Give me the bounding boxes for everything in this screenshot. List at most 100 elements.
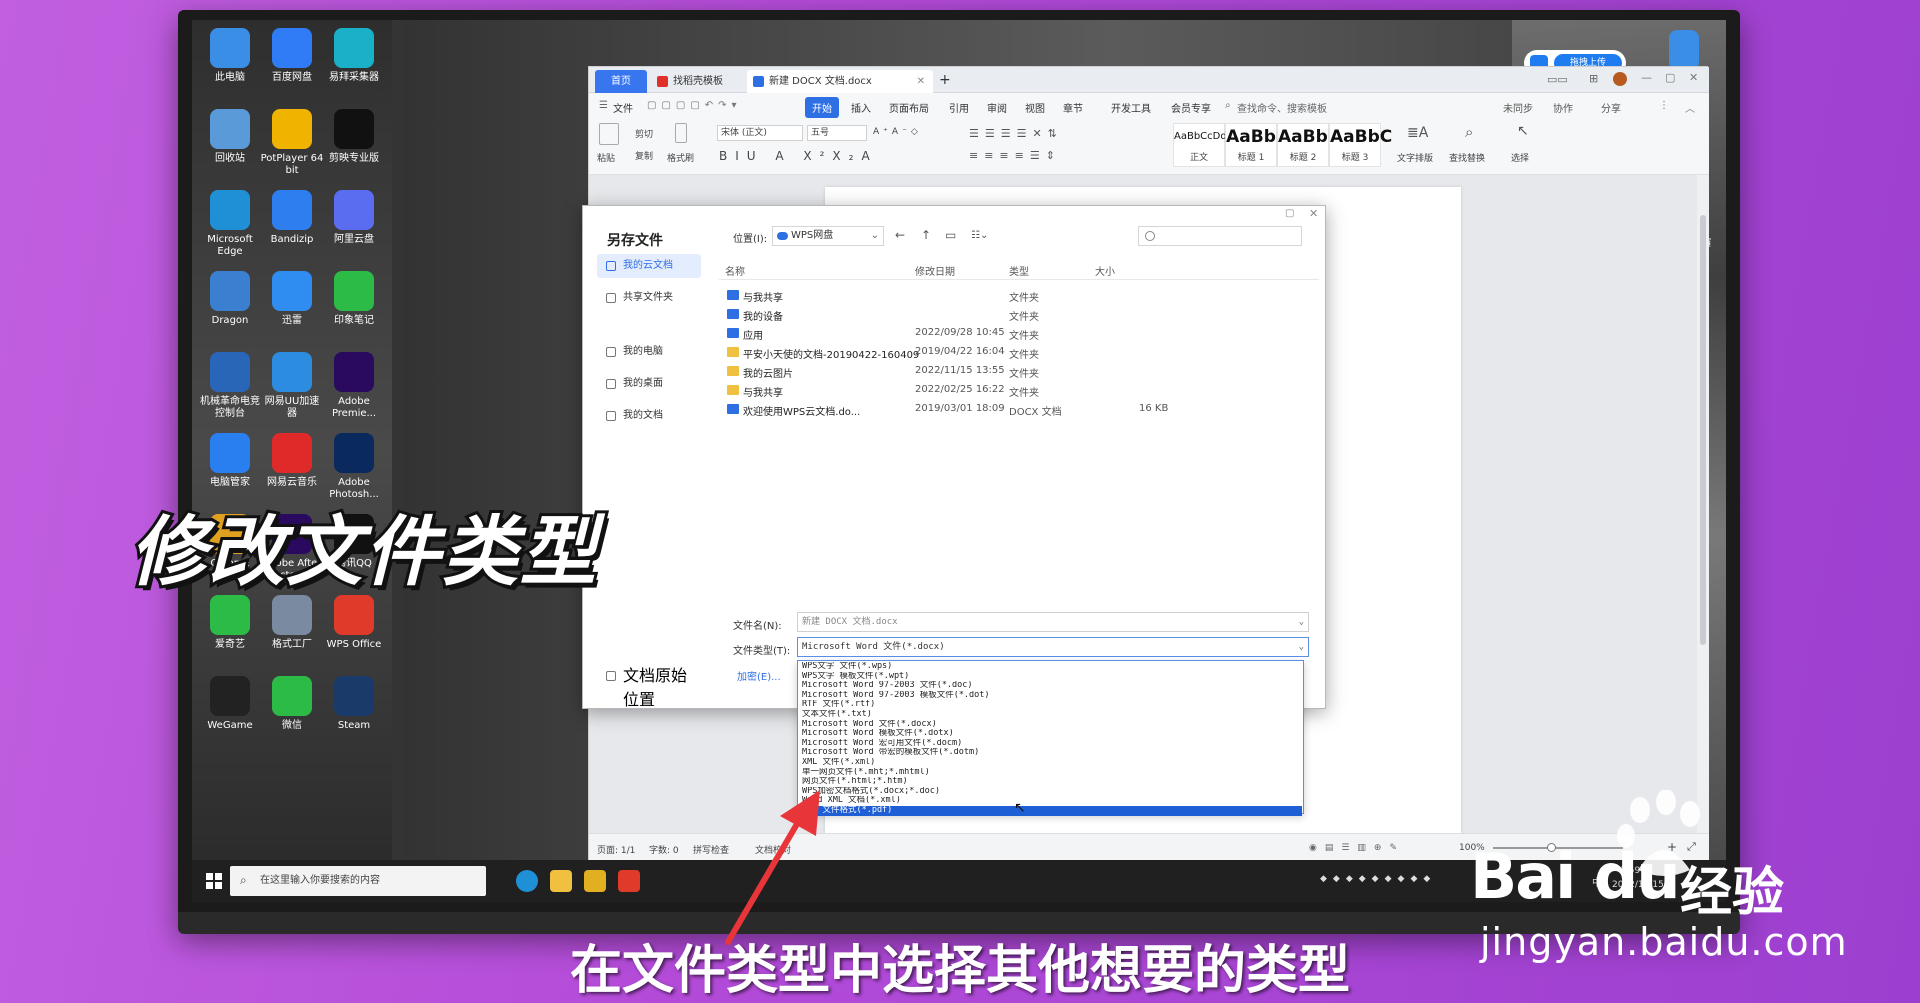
close-window-icon[interactable]: ✕ bbox=[1689, 71, 1698, 84]
find-replace-button[interactable]: 查找替换 bbox=[1449, 151, 1485, 164]
menu-page-layout[interactable]: 页面布局 bbox=[889, 100, 929, 115]
desktop-icon[interactable]: 阿里云盘 bbox=[322, 190, 386, 246]
command-search[interactable]: 查找命令、搜索模板 bbox=[1237, 100, 1327, 115]
taskbar-search-input[interactable]: 在这里输入你要搜索的内容 bbox=[230, 866, 486, 896]
desktop-icon[interactable]: WPS Office bbox=[322, 595, 386, 651]
desktop-icon[interactable]: Microsoft Edge bbox=[198, 190, 262, 258]
dialog-search-input[interactable] bbox=[1138, 226, 1302, 246]
tab-document[interactable]: 新建 DOCX 文档.docx ✕ bbox=[747, 70, 933, 93]
text-format-icons[interactable]: BIU A X²X₂A bbox=[719, 149, 878, 163]
sidebar-item[interactable]: 共享文件夹 bbox=[597, 286, 701, 310]
font-name-select[interactable]: 宋体 (正文) bbox=[717, 125, 803, 141]
desktop-icon[interactable]: 回收站 bbox=[198, 109, 262, 165]
vertical-scrollbar[interactable] bbox=[1697, 175, 1709, 833]
dialog-maximize-icon[interactable]: ▢ bbox=[1285, 208, 1294, 219]
file-explorer-taskbar-icon[interactable] bbox=[550, 870, 572, 892]
grid-icon[interactable]: ⊞ bbox=[1589, 72, 1598, 85]
collapse-ribbon-icon[interactable]: ︿ bbox=[1685, 100, 1695, 115]
style-preset[interactable]: AaBb 标题 1 bbox=[1225, 123, 1277, 167]
filetype-option[interactable]: Word XML 文档(*.xml) bbox=[799, 796, 1302, 806]
menu-references[interactable]: 引用 bbox=[949, 100, 969, 115]
wps-taskbar-icon[interactable] bbox=[618, 870, 640, 892]
alignment-icons[interactable]: ≡≡≡≡☰⇕ bbox=[969, 149, 1061, 162]
desktop-icon[interactable]: 印象笔记 bbox=[322, 271, 386, 327]
scrollbar-thumb[interactable] bbox=[1700, 215, 1706, 645]
desktop-icon[interactable]: 易拜采集器 bbox=[322, 28, 386, 84]
menu-developer[interactable]: 开发工具 bbox=[1111, 100, 1151, 115]
desktop-icon[interactable]: 爱奇艺 bbox=[198, 595, 262, 651]
filetype-option[interactable]: PDF 文件格式(*.pdf) bbox=[799, 806, 1302, 816]
maximize-icon[interactable]: ▢ bbox=[1665, 71, 1675, 84]
filetype-option[interactable]: WPS文字 文件(*.wps) bbox=[799, 662, 1302, 672]
desktop-icon[interactable]: 格式工厂 bbox=[260, 595, 324, 651]
paste-icon[interactable] bbox=[599, 123, 619, 145]
more-icon[interactable]: ⋮ bbox=[1659, 100, 1669, 111]
format-painter-icon[interactable] bbox=[675, 123, 687, 143]
filetype-select[interactable]: Microsoft Word 文件(*.docx) ⌄ bbox=[797, 637, 1309, 657]
desktop-icon[interactable]: Steam bbox=[322, 676, 386, 732]
filename-input[interactable]: 新建 DOCX 文档.docx ⌄ bbox=[797, 612, 1309, 632]
menu-review[interactable]: 审阅 bbox=[987, 100, 1007, 115]
filetype-option[interactable]: 网页文件(*.html;*.htm) bbox=[799, 777, 1302, 787]
filetype-option[interactable]: RTF 文件(*.rtf) bbox=[799, 700, 1302, 710]
new-tab-button[interactable]: + bbox=[939, 70, 951, 93]
menu-section[interactable]: 章节 bbox=[1063, 100, 1083, 115]
menu-file[interactable]: 文件 bbox=[613, 100, 633, 115]
desktop-icon[interactable]: 剪映专业版 bbox=[322, 109, 386, 165]
style-preset[interactable]: AaBb(标题 2 bbox=[1277, 123, 1336, 167]
filetype-option[interactable]: Microsoft Word 97-2003 模板文件(*.dot) bbox=[799, 691, 1302, 701]
sync-status[interactable]: 未同步 bbox=[1503, 100, 1533, 115]
desktop-icon[interactable]: 迅雷 bbox=[260, 271, 324, 327]
desktop-icon[interactable]: 微信 bbox=[260, 676, 324, 732]
layout-icon[interactable]: ▭▭ bbox=[1547, 73, 1568, 86]
up-arrow-icon[interactable]: ↑ bbox=[921, 228, 931, 242]
menu-member[interactable]: 会员专享 bbox=[1171, 100, 1211, 115]
filetype-option[interactable]: Microsoft Word 带宏的模板文件(*.dotm) bbox=[799, 748, 1302, 758]
sidebar-item[interactable]: 我的桌面 bbox=[597, 372, 701, 396]
share-button[interactable]: 分享 bbox=[1601, 100, 1621, 115]
close-tab-icon[interactable]: ✕ bbox=[917, 70, 925, 93]
desktop-icon[interactable]: Dragon bbox=[198, 271, 262, 327]
system-tray-icons[interactable]: ◆◆◆◆◆◆◆◆◆ bbox=[1320, 874, 1436, 884]
menu-home[interactable]: 开始 bbox=[805, 97, 839, 118]
select-cursor-icon[interactable]: ↖ bbox=[1517, 123, 1529, 139]
file-row[interactable]: 与我共享 2022/02/25 16:22 文件夹 bbox=[719, 381, 1319, 400]
tab-home[interactable]: 首页 bbox=[595, 70, 647, 93]
font-size-grow-icons[interactable]: A⁺A⁻◇ bbox=[873, 127, 922, 137]
search-icon[interactable]: ⌕ bbox=[1225, 100, 1231, 111]
menu-insert[interactable]: 插入 bbox=[851, 100, 871, 115]
column-name[interactable]: 名称 bbox=[725, 263, 745, 278]
filetype-option[interactable]: WPS加密文档格式(*.docx;*.doc) bbox=[799, 787, 1302, 797]
filetype-option[interactable]: Microsoft Word 宏可用文件(*.docm) bbox=[799, 739, 1302, 749]
format-painter-label[interactable]: 格式刷 bbox=[667, 151, 694, 164]
filetype-option[interactable]: Microsoft Word 97-2003 文件(*.doc) bbox=[799, 681, 1302, 691]
file-row[interactable]: 欢迎使用WPS云文档.do... 2019/03/01 18:09 DOCX 文档 1… bbox=[719, 400, 1319, 419]
find-replace-icon[interactable]: ⌕ bbox=[1465, 123, 1473, 141]
desktop-icon[interactable]: 网易UU加速器 bbox=[260, 352, 324, 420]
sidebar-item[interactable]: 我的电脑 bbox=[597, 340, 701, 364]
column-type[interactable]: 类型 bbox=[1009, 263, 1029, 278]
location-select[interactable]: WPS网盘 ⌄ bbox=[772, 226, 884, 246]
menu-view[interactable]: 视图 bbox=[1025, 100, 1045, 115]
copy-button[interactable]: 复制 bbox=[635, 149, 653, 162]
desktop-icon[interactable]: Bandizip bbox=[260, 190, 324, 246]
column-date[interactable]: 修改日期 bbox=[915, 263, 955, 278]
text-layout-icon[interactable]: ≣A bbox=[1407, 125, 1428, 141]
file-row[interactable]: 我的云图片 2022/11/15 13:55 文件夹 bbox=[719, 362, 1319, 381]
collaborate-button[interactable]: 协作 bbox=[1553, 100, 1573, 115]
desktop-icon[interactable]: 此电脑 bbox=[198, 28, 262, 84]
dialog-close-icon[interactable]: ✕ bbox=[1309, 207, 1318, 220]
tab-template[interactable]: 找稻壳模板 bbox=[651, 70, 743, 93]
desktop-icon[interactable]: 百度网盘 bbox=[260, 28, 324, 84]
filetype-option[interactable]: XML 文件(*.xml) bbox=[799, 758, 1302, 768]
minimize-icon[interactable]: — bbox=[1641, 71, 1652, 84]
filetype-option[interactable]: Microsoft Word 模板文件(*.dotx) bbox=[799, 729, 1302, 739]
desktop-icon[interactable]: PotPlayer 64 bit bbox=[260, 109, 324, 177]
view-options-icon[interactable]: ☷⌄ bbox=[971, 230, 988, 241]
filetype-option[interactable]: 单一网页文件(*.mht;*.mhtml) bbox=[799, 768, 1302, 778]
back-arrow-icon[interactable]: ← bbox=[895, 228, 905, 242]
desktop-icon[interactable]: 电脑管家 bbox=[198, 433, 262, 489]
font-size-select[interactable]: 五号 bbox=[807, 125, 867, 141]
encrypt-link[interactable]: 加密(E)... bbox=[737, 668, 781, 683]
desktop-icon[interactable]: WeGame bbox=[198, 676, 262, 732]
